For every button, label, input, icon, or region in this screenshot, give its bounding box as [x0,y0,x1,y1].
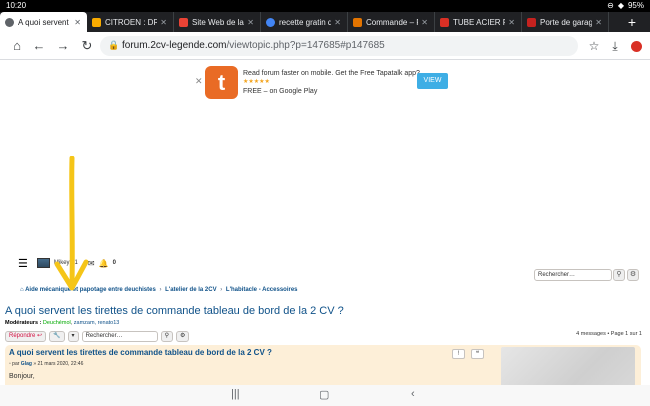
tab-3[interactable]: recette gratin d ✕ [261,12,348,32]
favicon-icon [5,17,14,27]
tab-strip: A quoi servent l ✕ CITROEN : DRÔ ✕ Site … [0,12,650,32]
tab-label: recette gratin d [279,17,332,27]
home-button-icon[interactable]: ▢ [319,388,329,401]
recent-apps-icon[interactable]: ||| [231,388,240,400]
address-bar[interactable]: 🔒 forum.2cv-legende.com/viewtopic.php?p=… [100,36,578,56]
url-path: /viewtopic.php?p=147685#p147685 [226,40,385,51]
gear-icon[interactable]: ⚙ [627,269,639,281]
favicon-icon [266,17,275,27]
reload-icon[interactable]: ↻ [78,37,96,55]
pagination: 4 messages • Page 1 sur 1 [576,331,642,337]
moderator-link[interactable]: zamzam, renato13 [74,320,120,326]
back-icon[interactable]: ← [30,37,48,55]
favicon-icon [440,17,449,27]
forward-icon[interactable]: → [54,37,72,55]
close-icon[interactable]: ✕ [74,18,81,27]
banner-line1: Read forum faster on mobile. Get the Fre… [243,70,420,77]
favicon-icon [179,17,188,27]
post-date: » 21 mars 2020, 22:46 [33,361,84,367]
browser-toolbar: ⌂ ← → ↻ 🔒 forum.2cv-legende.com/viewtopi… [0,32,650,60]
back-button-icon[interactable]: ‹ [411,388,415,400]
tapatalk-banner: ✕ t Read forum faster on mobile. Get the… [190,64,450,102]
tab-label: Site Web de la 2 [192,17,244,27]
menu-icon[interactable]: ☰ [18,257,28,270]
android-nav-bar: ||| ▢ ‹ [0,385,650,406]
tab-0[interactable]: A quoi servent l ✕ [0,12,87,32]
battery-level: 95% [627,1,644,10]
tapatalk-logo: t [205,66,238,99]
status-bar: 10:20 ⊖ ◆ 95% [0,0,650,12]
search-icon[interactable]: ⚲ [160,330,173,342]
post-body: Bonjour, [9,373,35,380]
clock: 10:20 [6,1,27,10]
tab-label: Commande – R [366,17,419,27]
post-meta: ▫ par Glag » 21 mars 2020, 22:46 [9,361,83,367]
lock-icon: 🔒 [108,40,120,50]
annotation-arrow [54,156,89,291]
favicon-icon [92,17,101,27]
favicon-icon [527,17,536,27]
topic-actions: Répondre ↩ 🔧 ▾ Rechercher… ⚲ ⚙ [5,330,190,342]
topic-search-input[interactable]: Rechercher… [81,330,158,342]
tab-label: Porte de garag [540,17,593,27]
reply-button[interactable]: Répondre ↩ [5,330,47,342]
breadcrumb-item[interactable]: L'habitacle - Accessoires [226,287,298,293]
forum-search-input[interactable]: Rechercher… [534,269,612,281]
meta-prefix: par [12,361,20,367]
url-host: forum.2cv-legende.com [122,40,227,51]
extension-icon[interactable] [631,41,642,52]
tab-4[interactable]: Commande – R ✕ [348,12,435,32]
banner-line3: FREE – on Google Play [243,88,318,95]
moderators-line: Modérateurs : Deuchémol, zamzam, renato1… [5,320,119,326]
wifi-icon: ◆ [617,1,624,10]
banner-text: Read forum faster on mobile. Get the Fre… [243,69,420,96]
view-button[interactable]: VIEW [417,73,448,89]
notification-count: 0 [112,260,116,266]
post-title[interactable]: A quoi servent les tirettes de commande … [9,348,272,357]
quote-icon[interactable]: ❝ [471,349,484,359]
rating-stars: ★★★★★ [243,79,270,85]
close-icon[interactable]: ✕ [247,18,254,27]
dnd-icon: ⊖ [607,1,614,10]
post-icon: ▫ [9,361,11,367]
chevron-down-icon[interactable]: ▾ [67,330,79,342]
home-icon[interactable]: ⌂ [20,287,24,293]
close-icon[interactable]: ✕ [160,18,167,27]
home-icon[interactable]: ⌂ [8,37,26,55]
moderators-label: Modérateurs : [5,320,42,326]
tab-label: A quoi servent l [18,17,72,27]
wrench-icon: 🔧 [53,332,61,339]
url-text: forum.2cv-legende.com/viewtopic.php?p=14… [122,36,385,56]
topic-title[interactable]: A quoi servent les tirettes de commande … [5,305,344,317]
close-icon[interactable]: ✕ [421,18,428,27]
breadcrumb-separator: › [159,287,162,293]
post-author[interactable]: Glag [21,361,32,367]
download-icon[interactable]: ⤓ [607,37,623,55]
tab-label: CITROEN : DRÔ [105,17,157,27]
avatar[interactable] [36,258,50,268]
tab-5[interactable]: TUBE ACIER RO ✕ [435,12,522,32]
tab-label: TUBE ACIER RO [453,17,505,27]
favicon-icon [353,17,362,27]
tab-2[interactable]: Site Web de la 2 ✕ [174,12,261,32]
bell-icon[interactable]: 🔔 [99,259,109,268]
tab-6[interactable]: Porte de garag ✕ [522,12,609,32]
breadcrumb-separator: › [220,287,223,293]
close-icon[interactable]: ✕ [334,18,341,27]
close-icon[interactable]: ✕ [195,76,203,87]
close-icon[interactable]: ✕ [595,18,602,27]
search-icon[interactable]: ⚲ [613,269,625,281]
status-icons: ⊖ ◆ 95% [607,0,644,12]
report-icon[interactable]: ! [452,349,465,359]
close-icon[interactable]: ✕ [508,18,515,27]
breadcrumb-item[interactable]: L'atelier de la 2CV [165,287,216,293]
reply-label: Répondre [9,332,36,339]
topic-tools-button[interactable]: 🔧 [49,330,65,342]
tab-1[interactable]: CITROEN : DRÔ ✕ [87,12,174,32]
new-tab-icon[interactable]: + [628,12,636,32]
gear-icon[interactable]: ⚙ [175,330,190,342]
moderator-link[interactable]: Deuchémol [43,320,71,326]
bookmark-star-icon[interactable]: ☆ [586,37,602,55]
